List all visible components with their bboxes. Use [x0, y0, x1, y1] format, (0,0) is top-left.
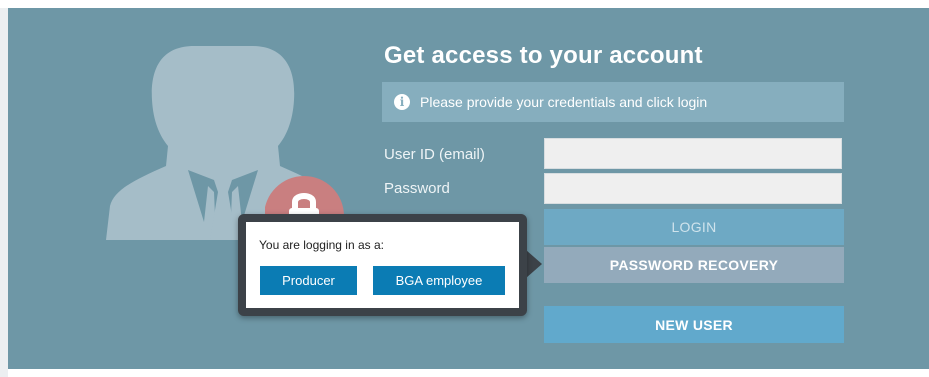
- password-label: Password: [384, 180, 450, 197]
- popover-arrow: [526, 250, 542, 278]
- user-id-label: User ID (email): [384, 146, 485, 163]
- page-left-border: [0, 0, 8, 377]
- popover-prompt: You are logging in as a:: [259, 238, 384, 252]
- bga-employee-button[interactable]: BGA employee: [373, 266, 505, 295]
- role-selection-popover: You are logging in as a: Producer BGA em…: [238, 214, 527, 316]
- password-input[interactable]: [544, 173, 842, 204]
- login-button[interactable]: LOGIN: [544, 209, 844, 245]
- page-top-border: [0, 0, 929, 8]
- user-id-input[interactable]: [544, 138, 842, 169]
- info-message-bar: i Please provide your credentials and cl…: [382, 82, 844, 122]
- producer-button[interactable]: Producer: [260, 266, 357, 295]
- info-message-text: Please provide your credentials and clic…: [420, 94, 708, 110]
- page-title: Get access to your account: [384, 42, 703, 69]
- password-recovery-button[interactable]: PASSWORD RECOVERY: [544, 247, 844, 283]
- info-icon: i: [394, 94, 410, 110]
- new-user-button[interactable]: NEW USER: [544, 306, 844, 343]
